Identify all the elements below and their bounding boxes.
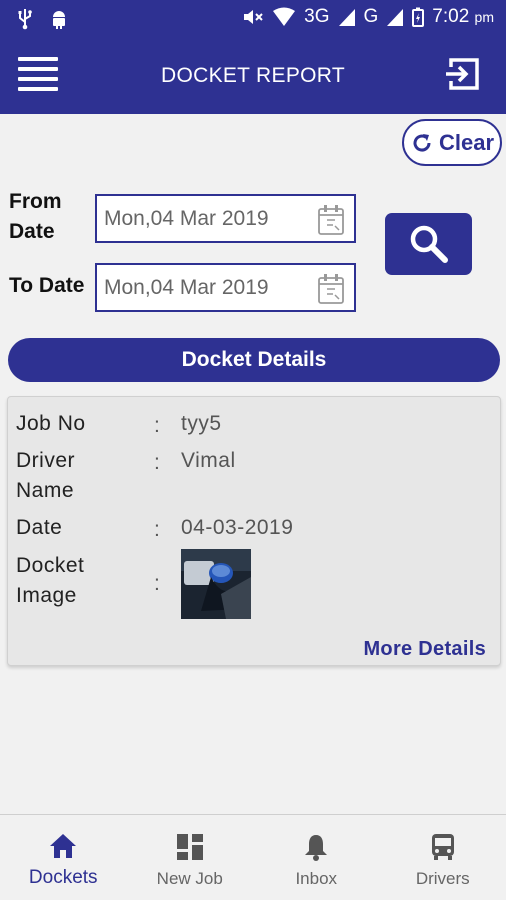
logout-icon bbox=[446, 58, 479, 90]
docket-image-thumbnail[interactable] bbox=[181, 549, 251, 619]
network-type-3g: 3G bbox=[304, 6, 330, 27]
network-type-g: G bbox=[363, 6, 379, 27]
docket-card[interactable]: Job No : tyy5 Driver Name : Vimal Date : … bbox=[7, 396, 501, 666]
job-no-value: tyy5 bbox=[181, 412, 222, 435]
wifi-icon bbox=[273, 7, 296, 26]
to-date-label: To Date bbox=[9, 274, 85, 297]
docket-image-label: Docket Image bbox=[16, 554, 85, 607]
date-label: Date bbox=[16, 516, 63, 539]
nav-drivers[interactable]: Drivers bbox=[380, 815, 506, 900]
clock: 7:02 pm bbox=[432, 6, 494, 27]
calendar-icon bbox=[318, 205, 344, 235]
search-icon bbox=[410, 225, 448, 263]
logout-button[interactable] bbox=[444, 55, 482, 93]
dashboard-icon bbox=[176, 834, 203, 860]
bottom-nav: Dockets New Job Inbox Drivers bbox=[0, 814, 506, 900]
app-bar: DOCKET REPORT bbox=[0, 37, 506, 114]
nav-drivers-label: Drivers bbox=[415, 869, 470, 888]
signal-icon bbox=[338, 9, 355, 26]
calendar-icon bbox=[318, 274, 344, 304]
status-bar: 3G G 7:02 pm bbox=[0, 0, 506, 37]
home-icon bbox=[50, 834, 77, 858]
docket-details-header: Docket Details bbox=[8, 338, 500, 382]
from-date-label: From Date bbox=[9, 190, 62, 243]
from-date-value: Mon,04 Mar 2019 bbox=[104, 207, 269, 230]
more-details-link[interactable]: More Details bbox=[363, 638, 486, 661]
nav-inbox-label: Inbox bbox=[295, 869, 338, 888]
job-no-label: Job No bbox=[16, 412, 86, 435]
page-title: DOCKET REPORT bbox=[161, 64, 345, 87]
android-icon bbox=[53, 11, 65, 29]
bus-icon bbox=[431, 834, 454, 860]
nav-new-job-label: New Job bbox=[156, 869, 223, 888]
nav-new-job[interactable]: New Job bbox=[127, 815, 254, 900]
nav-dockets[interactable]: Dockets bbox=[0, 815, 127, 900]
driver-name-label: Driver Name bbox=[16, 449, 75, 502]
separator: : bbox=[154, 518, 160, 541]
usb-icon bbox=[18, 9, 32, 30]
signal-icon-2 bbox=[387, 9, 404, 26]
refresh-icon bbox=[413, 133, 431, 152]
from-date-field[interactable]: Mon,04 Mar 2019 bbox=[95, 194, 356, 243]
bell-icon bbox=[305, 835, 328, 861]
clear-label: Clear bbox=[438, 129, 495, 155]
clear-button[interactable]: Clear bbox=[402, 119, 502, 166]
driver-name-value: Vimal bbox=[181, 449, 236, 472]
separator: : bbox=[154, 572, 160, 595]
battery-icon bbox=[412, 7, 425, 27]
menu-icon bbox=[18, 57, 58, 61]
mute-icon bbox=[244, 10, 263, 24]
nav-dockets-label: Dockets bbox=[28, 867, 98, 888]
separator: : bbox=[154, 414, 160, 437]
date-value: 04-03-2019 bbox=[181, 516, 294, 539]
to-date-field[interactable]: Mon,04 Mar 2019 bbox=[95, 263, 356, 312]
to-date-value: Mon,04 Mar 2019 bbox=[104, 276, 269, 299]
search-button[interactable] bbox=[385, 213, 472, 275]
nav-inbox[interactable]: Inbox bbox=[253, 815, 380, 900]
separator: : bbox=[154, 451, 160, 474]
